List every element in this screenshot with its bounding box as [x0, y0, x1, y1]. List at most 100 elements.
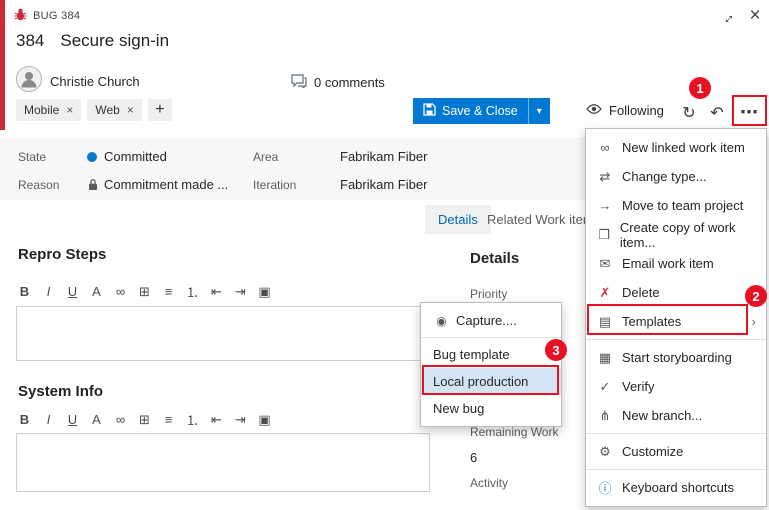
verify-icon: ✓	[596, 379, 614, 395]
attachment-icon[interactable]: ⊞	[136, 412, 153, 428]
bug-icon	[14, 8, 27, 24]
menu-item-label: Customize	[622, 444, 683, 459]
numbered-list-icon[interactable]: ⒈	[184, 282, 201, 301]
save-and-close-button[interactable]: Save & Close	[413, 98, 528, 124]
following-toggle[interactable]: Following	[586, 103, 664, 118]
state-value[interactable]: Committed	[104, 149, 167, 164]
close-icon: ×	[749, 5, 760, 27]
menu-item-templates[interactable]: ▤ Templates ›	[586, 307, 766, 336]
menu-item-verify[interactable]: ✓ Verify	[586, 372, 766, 401]
tag-pill[interactable]: Web ×	[87, 99, 141, 121]
comments-link[interactable]: 0 comments	[291, 74, 385, 91]
assignee-field[interactable]: Christie Church	[50, 74, 140, 89]
eye-icon	[586, 103, 602, 118]
system-info-toolbar: B I U A ∞ ⊞ ≡ ⒈ ⇤ ⇥ ▣	[16, 410, 273, 429]
menu-item-new-branch[interactable]: ⋔ New branch...	[586, 401, 766, 430]
refresh-button[interactable]: ↻	[676, 100, 702, 126]
chevron-down-icon: ▾	[537, 106, 542, 117]
link-icon[interactable]: ∞	[112, 284, 129, 299]
menu-item-change-type[interactable]: ⇄ Change type...	[586, 162, 766, 191]
menu-item-start-storyboarding[interactable]: ▦ Start storyboarding	[586, 343, 766, 372]
text-color-icon[interactable]: A	[88, 284, 105, 299]
tag-label: Mobile	[24, 103, 59, 117]
reason-value: Commitment made ...	[104, 177, 228, 192]
menu-item-label: Keyboard shortcuts	[622, 480, 734, 495]
remaining-work-value[interactable]: 6	[470, 450, 477, 465]
link-icon[interactable]: ∞	[112, 412, 129, 427]
chevron-right-icon: ›	[752, 314, 756, 329]
tag-remove-icon[interactable]: ×	[66, 103, 73, 117]
numbered-list-icon[interactable]: ⒈	[184, 410, 201, 429]
tag-pill[interactable]: Mobile ×	[16, 99, 81, 121]
image-icon[interactable]: ▣	[256, 412, 273, 428]
undo-icon: ↶	[710, 103, 723, 123]
outdent-icon[interactable]: ⇤	[208, 284, 225, 300]
remaining-work-label: Remaining Work	[470, 425, 558, 439]
details-panel-heading: Details	[470, 250, 519, 267]
menu-item-customize[interactable]: ⚙ Customize	[586, 437, 766, 466]
branch-icon: ⋔	[596, 408, 614, 424]
save-options-dropdown[interactable]: ▾	[528, 98, 550, 124]
menu-item-email-work-item[interactable]: ✉ Email work item	[586, 249, 766, 278]
tag-remove-icon[interactable]: ×	[127, 103, 134, 117]
iteration-value[interactable]: Fabrikam Fiber	[340, 177, 427, 192]
bullet-list-icon[interactable]: ≡	[160, 284, 177, 299]
bold-icon[interactable]: B	[16, 412, 33, 427]
add-tag-button[interactable]: +	[148, 99, 172, 121]
menu-item-new-linked-work-item[interactable]: ∞ New linked work item	[586, 133, 766, 162]
tab-related-work-items[interactable]: Related Work items	[487, 212, 600, 227]
repro-steps-editor[interactable]	[16, 306, 430, 361]
more-actions-icon: ⋯	[740, 102, 758, 123]
underline-icon[interactable]: U	[64, 284, 81, 299]
menu-item-create-copy[interactable]: ❐ Create copy of work item...	[586, 220, 766, 249]
work-item-type-label: BUG 384	[33, 10, 80, 22]
templates-submenu: ◉ Capture.... Bug template Local product…	[420, 302, 562, 427]
submenu-item-bug-template[interactable]: Bug template	[421, 341, 561, 368]
bold-icon[interactable]: B	[16, 284, 33, 299]
system-info-editor[interactable]	[16, 433, 430, 492]
submenu-item-label: Bug template	[433, 347, 510, 362]
priority-label: Priority	[470, 287, 507, 301]
work-item-type-color-bar	[0, 0, 5, 130]
menu-item-label: Start storyboarding	[622, 350, 732, 365]
italic-icon[interactable]: I	[40, 284, 57, 299]
lock-icon	[88, 178, 98, 196]
more-actions-menu: ∞ New linked work item ⇄ Change type... …	[585, 128, 767, 507]
email-icon: ✉	[596, 256, 614, 272]
submenu-item-capture[interactable]: ◉ Capture....	[421, 307, 561, 334]
camera-icon: ◉	[433, 314, 450, 328]
indent-icon[interactable]: ⇥	[232, 284, 249, 300]
indent-icon[interactable]: ⇥	[232, 412, 249, 428]
menu-separator	[586, 433, 766, 434]
menu-item-move-to-team-project[interactable]: → Move to team project	[586, 191, 766, 220]
underline-icon[interactable]: U	[64, 412, 81, 427]
submenu-item-label: Capture....	[456, 313, 517, 328]
work-item-title-text[interactable]: Secure sign-in	[60, 31, 169, 50]
menu-item-label: Move to team project	[622, 198, 743, 213]
expand-button[interactable]: ↔	[716, 6, 738, 28]
submenu-item-local-production[interactable]: Local production	[421, 368, 561, 395]
image-icon[interactable]: ▣	[256, 284, 273, 300]
tag-label: Web	[95, 103, 119, 117]
submenu-item-new-bug[interactable]: New bug	[421, 395, 561, 422]
text-color-icon[interactable]: A	[88, 412, 105, 427]
system-info-heading: System Info	[18, 383, 103, 400]
more-actions-button[interactable]: ⋯	[736, 99, 762, 125]
repro-steps-heading: Repro Steps	[18, 246, 106, 263]
avatar[interactable]	[16, 66, 42, 97]
bullet-list-icon[interactable]: ≡	[160, 412, 177, 427]
menu-item-label: New linked work item	[622, 140, 745, 155]
italic-icon[interactable]: I	[40, 412, 57, 427]
undo-button[interactable]: ↶	[704, 100, 730, 126]
change-type-icon: ⇄	[596, 169, 614, 185]
area-value[interactable]: Fabrikam Fiber	[340, 149, 427, 164]
attachment-icon[interactable]: ⊞	[136, 284, 153, 300]
menu-item-delete[interactable]: ✗ Delete	[586, 278, 766, 307]
area-label: Area	[253, 150, 278, 164]
submenu-item-label: New bug	[433, 401, 484, 416]
close-button[interactable]: ×	[744, 5, 766, 27]
tab-details[interactable]: Details	[425, 205, 491, 234]
menu-item-label: Verify	[622, 379, 655, 394]
menu-item-keyboard-shortcuts[interactable]: ⓘ Keyboard shortcuts	[586, 473, 766, 502]
outdent-icon[interactable]: ⇤	[208, 412, 225, 428]
